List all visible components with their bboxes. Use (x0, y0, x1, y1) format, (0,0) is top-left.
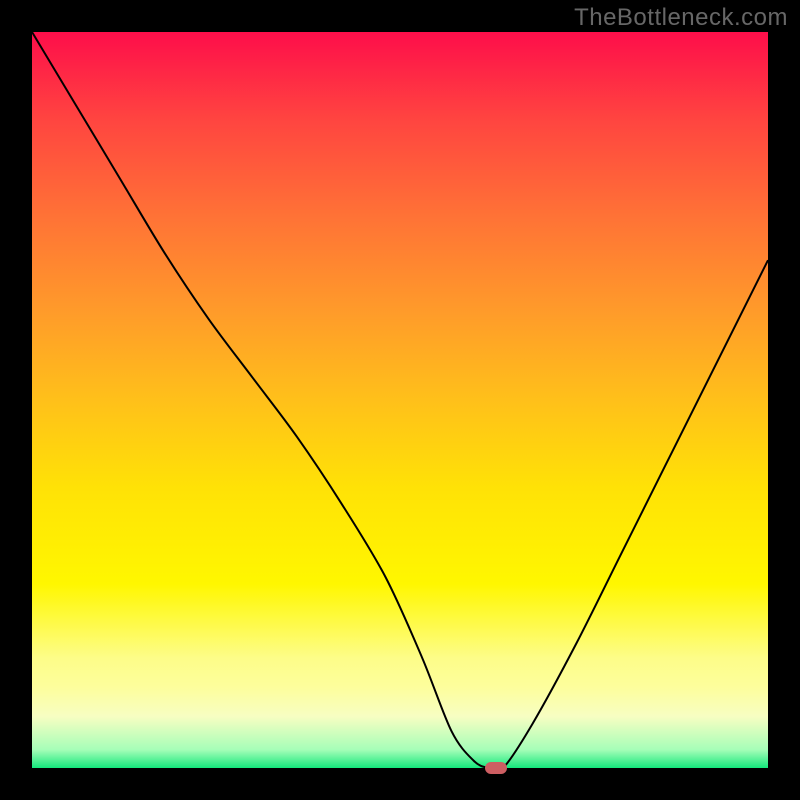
chart-frame: TheBottleneck.com (0, 0, 800, 800)
optimal-point-marker (485, 762, 507, 774)
bottleneck-curve-svg (32, 32, 768, 768)
watermark-text: TheBottleneck.com (574, 4, 788, 32)
bottleneck-curve-path (32, 32, 768, 768)
